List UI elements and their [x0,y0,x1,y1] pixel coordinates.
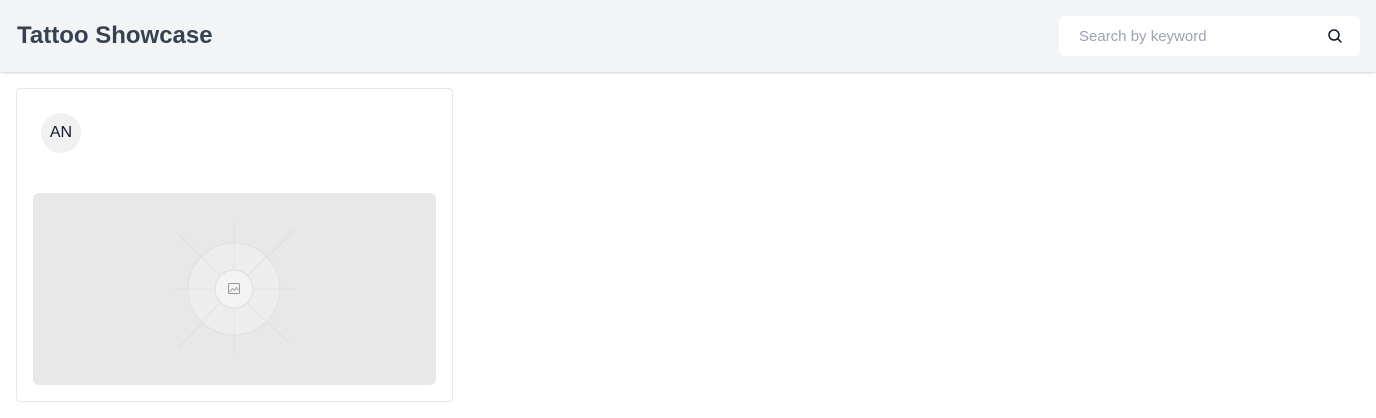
search-input[interactable] [1059,16,1319,56]
avatar: AN [41,113,81,153]
page-title: Tattoo Showcase [17,22,213,49]
search-button[interactable] [1325,26,1345,46]
image-placeholder-graphic [174,223,296,355]
search-icon [1328,29,1342,43]
tattoo-image-placeholder[interactable] [33,193,436,385]
app-header: Tattoo Showcase [0,0,1376,72]
tattoo-card[interactable]: AN [16,88,453,402]
search-bar [1059,16,1360,56]
